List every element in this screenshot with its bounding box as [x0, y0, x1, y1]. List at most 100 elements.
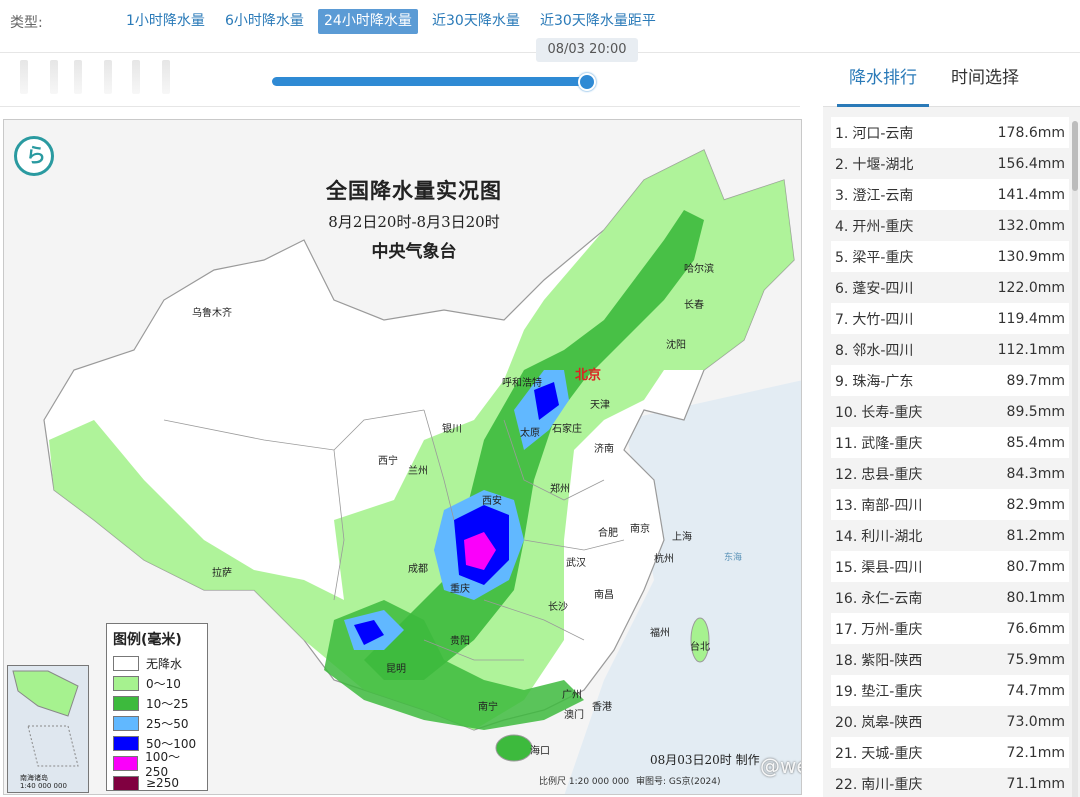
ranking-row[interactable]: 7. 大竹-四川 119.4mm	[831, 303, 1069, 334]
ranking-number: 14.	[835, 528, 858, 545]
time-slider-track[interactable]	[272, 77, 588, 86]
legend-swatch	[113, 775, 139, 791]
ranking-scrollbar[interactable]	[1072, 121, 1078, 797]
ranking-value: 85.4mm	[1006, 434, 1065, 451]
inset-label: 南海诸岛 1:40 000 000	[20, 774, 67, 790]
ranking-number: 11.	[835, 435, 858, 452]
ranking-station: 22. 南川-重庆	[835, 774, 922, 794]
ranking-row[interactable]: 8. 邻水-四川 112.1mm	[831, 334, 1069, 365]
ranking-place: 河口-云南	[852, 125, 914, 142]
city-label: 上海	[672, 532, 692, 543]
time-slider-handle[interactable]	[578, 73, 596, 91]
ranking-row[interactable]: 22. 南川-重庆 71.1mm	[831, 768, 1069, 797]
ranking-row[interactable]: 19. 垫江-重庆 74.7mm	[831, 675, 1069, 706]
ranking-row[interactable]: 15. 渠县-四川 80.7mm	[831, 551, 1069, 582]
city-label: 重庆	[450, 584, 470, 595]
ranking-station: 15. 渠县-四川	[835, 557, 922, 577]
ranking-station: 13. 南部-四川	[835, 495, 922, 515]
legend-swatch	[113, 715, 139, 731]
city-label: 天津	[590, 400, 610, 411]
city-label: 长春	[684, 300, 704, 311]
city-label: 贵阳	[450, 636, 470, 647]
ranking-row[interactable]: 10. 长寿-重庆 89.5mm	[831, 396, 1069, 427]
city-label: 南京	[630, 524, 650, 535]
time-thumb[interactable]	[74, 60, 82, 94]
ranking-row[interactable]: 14. 利川-湖北 81.2mm	[831, 520, 1069, 551]
ranking-number: 3.	[835, 187, 849, 204]
city-label: 合肥	[598, 528, 618, 539]
ranking-number: 17.	[835, 621, 858, 638]
ranking-scroll-thumb[interactable]	[1072, 121, 1078, 191]
city-label: 哈尔滨	[684, 264, 714, 275]
ranking-value: 119.4mm	[997, 310, 1065, 327]
city-label: 海口	[530, 746, 550, 757]
tab-1h-precip[interactable]: 1小时降水量	[120, 9, 211, 34]
ranking-row[interactable]: 20. 岚皋-陕西 73.0mm	[831, 706, 1069, 737]
ranking-place: 垫江-重庆	[861, 683, 923, 700]
tab-time-select[interactable]: 时间选择	[939, 67, 1031, 107]
ranking-row[interactable]: 12. 忠县-重庆 84.3mm	[831, 458, 1069, 489]
ranking-value: 73.0mm	[1006, 713, 1065, 730]
ranking-row[interactable]: 6. 蓬安-四川 122.0mm	[831, 272, 1069, 303]
ranking-station: 4. 开州-重庆	[835, 216, 913, 236]
city-label: 杭州	[654, 554, 674, 565]
tab-6h-precip[interactable]: 6小时降水量	[219, 9, 310, 34]
ranking-station: 18. 紫阳-陕西	[835, 650, 922, 670]
tab-30d-precip[interactable]: 近30天降水量	[426, 9, 526, 34]
ranking-place: 天城-重庆	[861, 745, 923, 762]
time-thumb[interactable]	[104, 60, 112, 94]
tab-24h-precip[interactable]: 24小时降水量	[318, 9, 418, 34]
ranking-place: 澄江-云南	[852, 187, 914, 204]
ranking-value: 156.4mm	[997, 155, 1065, 172]
ranking-place: 邻水-四川	[852, 342, 914, 359]
divider	[0, 106, 800, 107]
ranking-place: 开州-重庆	[852, 218, 914, 235]
city-label: 西安	[482, 496, 502, 507]
cma-logo-icon: ら	[26, 143, 46, 167]
legend-item: 无降水	[113, 653, 201, 673]
ranking-value: 71.1mm	[1006, 775, 1065, 792]
tab-30d-precip-anomaly[interactable]: 近30天降水量距平	[534, 9, 662, 34]
time-thumb[interactable]	[50, 60, 58, 94]
ranking-row[interactable]: 17. 万州-重庆 76.6mm	[831, 613, 1069, 644]
city-label: 成都	[408, 564, 428, 575]
ranking-number: 10.	[835, 404, 858, 421]
time-thumb[interactable]	[20, 60, 28, 94]
map-legend: 图例(毫米) 无降水 0～10 10～25 25～50 50～100 100～250 ≥25…	[106, 623, 208, 791]
map-title: 全国降水量实况图	[326, 178, 502, 203]
ranking-row[interactable]: 18. 紫阳-陕西 75.9mm	[831, 644, 1069, 675]
city-label: 拉萨	[212, 568, 232, 579]
city-label: 呼和浩特	[502, 378, 542, 389]
ranking-row[interactable]: 9. 珠海-广东 89.7mm	[831, 365, 1069, 396]
ranking-station: 19. 垫江-重庆	[835, 681, 922, 701]
city-label: 武汉	[566, 558, 586, 569]
time-thumb[interactable]	[162, 60, 170, 94]
city-label-capital: 北京	[575, 368, 602, 383]
tab-precip-ranking[interactable]: 降水排行	[837, 67, 929, 107]
ranking-value: 80.7mm	[1006, 558, 1065, 575]
ranking-value: 132.0mm	[997, 217, 1065, 234]
ranking-station: 16. 永仁-云南	[835, 588, 922, 608]
ranking-row[interactable]: 13. 南部-四川 82.9mm	[831, 489, 1069, 520]
ranking-station: 10. 长寿-重庆	[835, 402, 922, 422]
ranking-number: 12.	[835, 466, 858, 483]
ranking-row[interactable]: 3. 澄江-云南 141.4mm	[831, 179, 1069, 210]
ranking-station: 3. 澄江-云南	[835, 185, 913, 205]
time-thumb[interactable]	[132, 60, 140, 94]
ranking-row[interactable]: 4. 开州-重庆 132.0mm	[831, 210, 1069, 241]
ranking-row[interactable]: 11. 武隆-重庆 85.4mm	[831, 427, 1069, 458]
ranking-row[interactable]: 16. 永仁-云南 80.1mm	[831, 582, 1069, 613]
ranking-number: 5.	[835, 249, 849, 266]
ranking-row[interactable]: 21. 天城-重庆 72.1mm	[831, 737, 1069, 768]
ranking-row[interactable]: 5. 梁平-重庆 130.9mm	[831, 241, 1069, 272]
ranking-station: 5. 梁平-重庆	[835, 247, 913, 267]
legend-swatch	[113, 675, 139, 691]
ranking-number: 2.	[835, 156, 849, 173]
city-label: 广州	[562, 690, 582, 701]
ranking-place: 渠县-四川	[861, 559, 923, 576]
ranking-row[interactable]: 2. 十堰-湖北 156.4mm	[831, 148, 1069, 179]
ranking-number: 7.	[835, 311, 849, 328]
ranking-row[interactable]: 1. 河口-云南 178.6mm	[831, 117, 1069, 148]
ranking-value: 112.1mm	[997, 341, 1065, 358]
ranking-place: 利川-湖北	[861, 528, 923, 545]
